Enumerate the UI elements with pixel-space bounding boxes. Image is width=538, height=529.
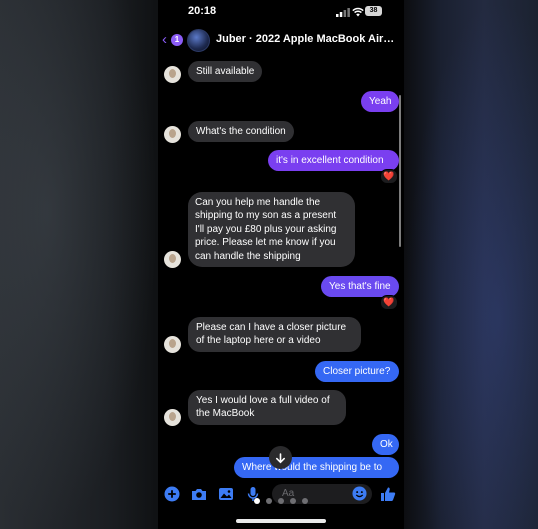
heart-reaction[interactable]: ❤️	[380, 295, 398, 310]
heart-reaction[interactable]: ❤️	[380, 169, 398, 184]
plus-icon[interactable]	[164, 486, 180, 502]
page-dot	[266, 498, 272, 504]
background-blur-right	[404, 0, 538, 529]
back-button[interactable]: ‹ 1	[162, 31, 186, 49]
scroll-to-bottom-button[interactable]	[269, 446, 292, 469]
sender-avatar[interactable]	[164, 409, 181, 426]
background-blur-left	[0, 0, 158, 529]
page-dot	[302, 498, 308, 504]
page-indicator	[254, 498, 314, 506]
message-incoming[interactable]: What's the condition	[188, 121, 294, 143]
message-outgoing[interactable]: it's in excellent condition	[268, 150, 399, 172]
message-outgoing[interactable]: Where would the shipping be to	[234, 457, 399, 478]
home-indicator[interactable]	[236, 519, 326, 523]
sender-avatar[interactable]	[164, 66, 181, 83]
chat-title[interactable]: Juber · 2022 Apple MacBook Air…	[216, 33, 396, 45]
messenger-screen: 20:18 38 ‹ 1 Juber · 2022 Apple MacBook …	[158, 0, 404, 529]
page-dot	[254, 498, 260, 504]
wifi-icon	[352, 7, 364, 17]
sender-avatar[interactable]	[164, 251, 181, 268]
sender-avatar[interactable]	[164, 336, 181, 353]
chat-header: ‹ 1 Juber · 2022 Apple MacBook Air…	[158, 26, 404, 54]
message-incoming[interactable]: Still available	[188, 61, 263, 83]
status-time: 20:18	[188, 5, 217, 17]
unread-badge: 1	[171, 34, 183, 46]
message-incoming[interactable]: Can you help me handle the shipping to m…	[188, 192, 355, 268]
message-outgoing[interactable]: Ok	[372, 434, 399, 456]
page-dot	[290, 498, 296, 504]
arrow-down-icon	[276, 453, 285, 464]
signal-icon	[336, 8, 350, 17]
contact-avatar[interactable]	[187, 29, 210, 52]
scrollbar[interactable]	[399, 95, 401, 247]
message-incoming[interactable]: Please can I have a closer picture of th…	[188, 317, 361, 352]
message-outgoing[interactable]: Yeah	[361, 91, 399, 113]
page-dot	[278, 498, 284, 504]
photo-icon[interactable]	[218, 486, 234, 502]
status-bar: 20:18 38	[158, 0, 404, 24]
emoji-icon[interactable]	[352, 486, 367, 501]
battery-icon: 38	[365, 6, 382, 16]
back-chevron-icon: ‹	[162, 31, 167, 48]
message-outgoing[interactable]: Closer picture?	[315, 361, 399, 383]
camera-icon[interactable]	[191, 486, 207, 502]
message-incoming[interactable]: Yes I would love a full video of the Mac…	[188, 390, 346, 425]
thumbs-up-icon[interactable]	[380, 486, 396, 502]
sender-avatar[interactable]	[164, 126, 181, 143]
